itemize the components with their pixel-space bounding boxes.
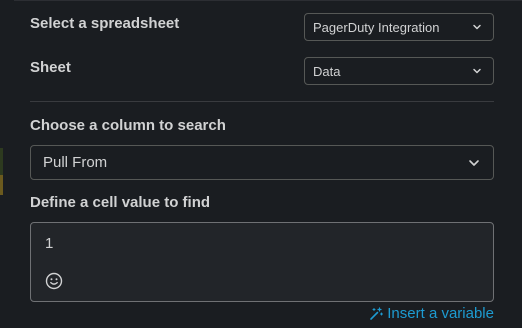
cell-value-label: Define a cell value to find: [30, 194, 211, 211]
sheet-select-value: Data: [313, 63, 341, 79]
chevron-down-icon: [473, 68, 481, 74]
cell-value-text: 1: [45, 235, 54, 252]
sheet-label: Sheet: [30, 59, 71, 76]
spreadsheet-select[interactable]: PagerDuty Integration: [304, 13, 494, 41]
insert-variable-label: Insert a variable: [387, 305, 494, 322]
sheet-select[interactable]: Data: [304, 57, 494, 85]
spreadsheet-label: Select a spreadsheet: [30, 15, 180, 32]
emoji-icon[interactable]: [45, 272, 63, 290]
cell-value-input[interactable]: 1: [30, 222, 494, 302]
section-divider: [30, 101, 494, 102]
spreadsheet-select-value: PagerDuty Integration: [313, 19, 440, 35]
column-select-value: Pull From: [43, 154, 108, 171]
left-edge-accent-2: [0, 175, 3, 195]
insert-variable-button[interactable]: Insert a variable: [369, 305, 494, 322]
panel-top-border: [14, 0, 522, 1]
magic-wand-icon: [370, 306, 384, 320]
chevron-down-icon: [473, 24, 481, 30]
column-select[interactable]: Pull From: [30, 145, 494, 180]
chevron-down-icon: [469, 159, 479, 166]
column-label: Choose a column to search: [30, 117, 226, 134]
